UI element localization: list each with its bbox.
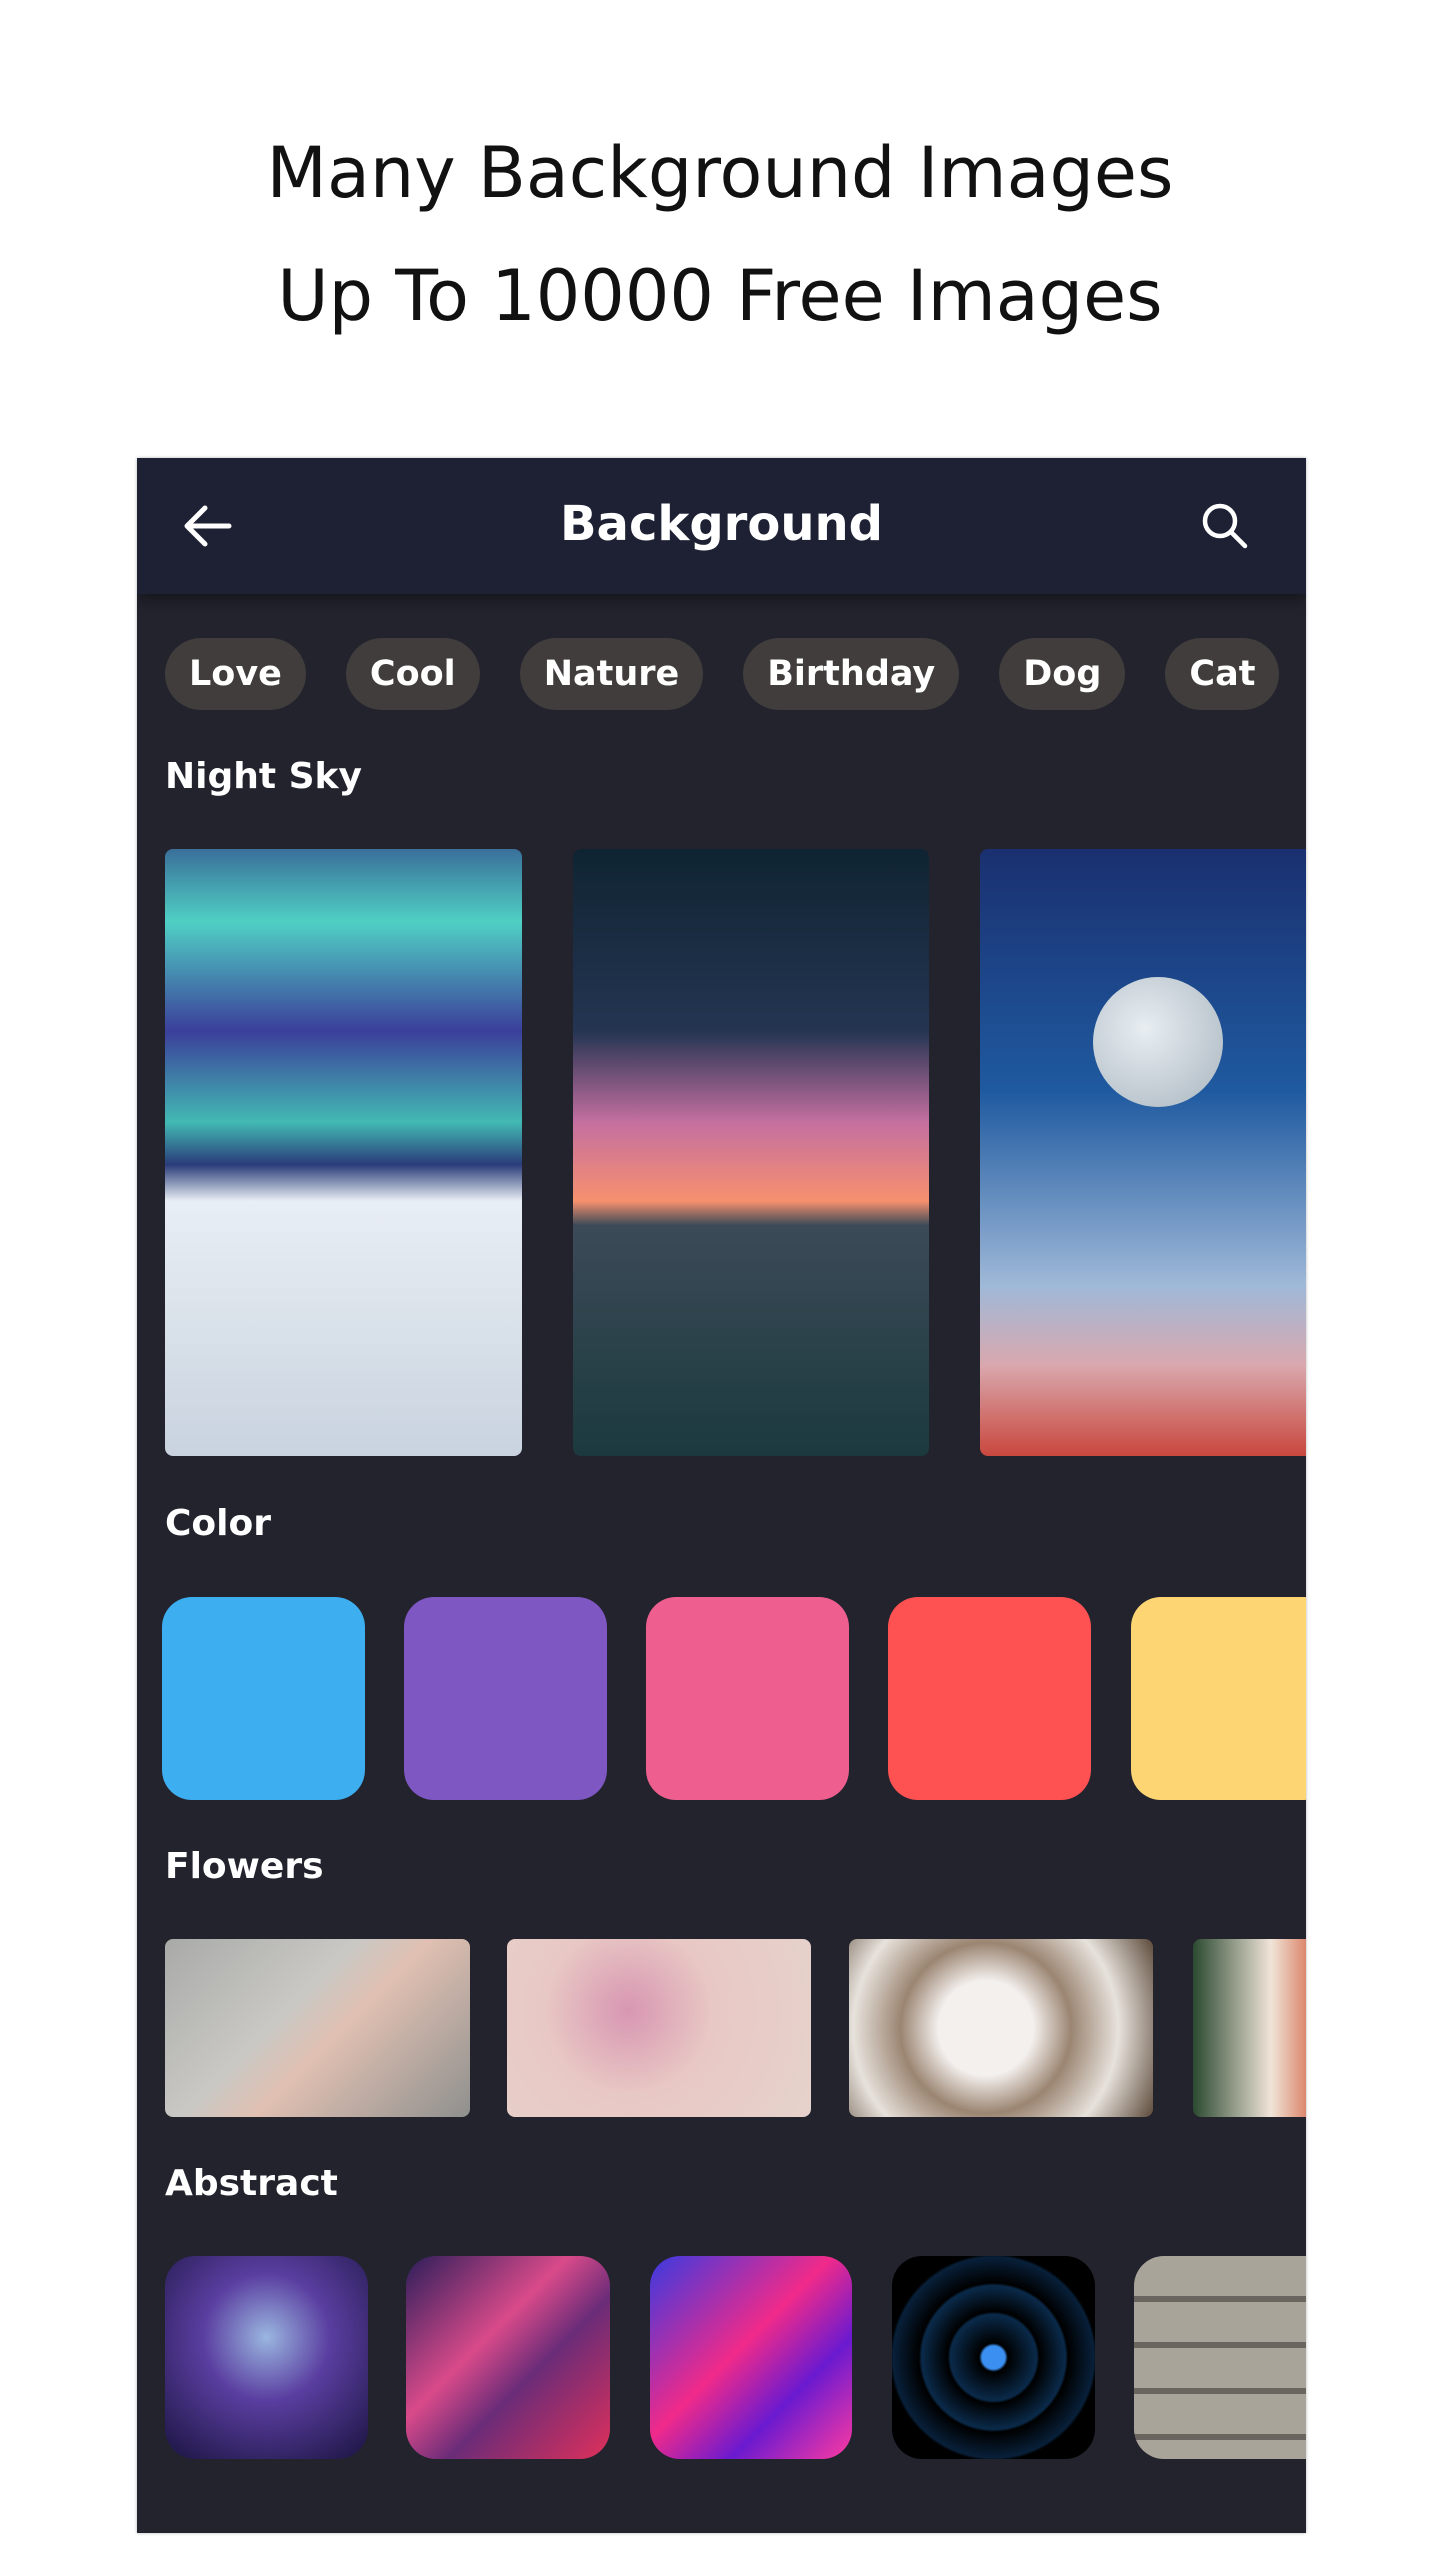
category-chips: Love Cool Nature Birthday Dog Cat F xyxy=(165,638,1306,710)
search-icon[interactable] xyxy=(1197,498,1253,554)
promo-subtitle: Up To 10000 Free Images xyxy=(277,255,1163,337)
abstract-image-1[interactable] xyxy=(165,2256,368,2459)
section-night-sky: Night Sky xyxy=(165,756,362,797)
color-swatch-pink[interactable] xyxy=(646,1597,849,1800)
chip-dog[interactable]: Dog xyxy=(999,638,1126,710)
flower-image-2[interactable] xyxy=(507,1939,811,2117)
flower-image-3[interactable] xyxy=(849,1939,1153,2117)
page-title: Background xyxy=(559,496,884,552)
moon xyxy=(1093,977,1223,1107)
app-screen: Background Love Cool Nature Birthday Dog… xyxy=(137,458,1306,2533)
color-swatch-red[interactable] xyxy=(888,1597,1091,1800)
night-sky-image-pier[interactable] xyxy=(573,849,929,1456)
night-sky-image-moon[interactable] xyxy=(980,849,1306,1456)
section-abstract: Abstract xyxy=(165,2163,338,2204)
color-swatch-blue[interactable] xyxy=(162,1597,365,1800)
color-swatch-yellow[interactable] xyxy=(1131,1597,1306,1800)
abstract-image-3[interactable] xyxy=(650,2256,852,2459)
chip-love[interactable]: Love xyxy=(165,638,306,710)
chip-birthday[interactable]: Birthday xyxy=(743,638,960,710)
section-flowers: Flowers xyxy=(165,1846,324,1887)
flower-image-1[interactable] xyxy=(165,1939,470,2117)
chip-cat[interactable]: Cat xyxy=(1165,638,1280,710)
flower-image-4[interactable] xyxy=(1193,1939,1306,2117)
chip-nature[interactable]: Nature xyxy=(519,638,704,710)
night-sky-image-aurora[interactable] xyxy=(165,849,522,1456)
abstract-image-4[interactable] xyxy=(892,2256,1095,2459)
abstract-image-5[interactable] xyxy=(1134,2256,1306,2459)
color-swatch-purple[interactable] xyxy=(404,1597,607,1800)
abstract-image-2[interactable] xyxy=(406,2256,610,2459)
promo-title: Many Background Images xyxy=(266,132,1174,214)
app-bar: Background xyxy=(137,458,1306,594)
chip-cool[interactable]: Cool xyxy=(345,638,480,710)
section-color: Color xyxy=(165,1503,271,1544)
